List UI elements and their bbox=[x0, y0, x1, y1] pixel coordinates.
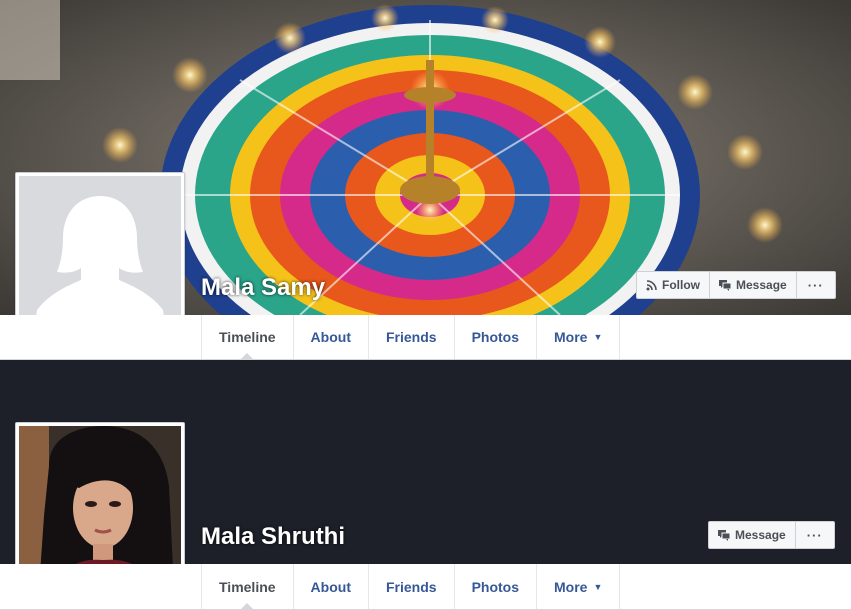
tab-more-label: More bbox=[554, 578, 588, 595]
profile-header-mala-samy: Mala Samy Follow Message ··· Timeline Ab… bbox=[0, 0, 851, 360]
default-avatar-icon bbox=[33, 196, 167, 338]
message-button[interactable]: Message bbox=[709, 522, 796, 548]
message-button[interactable]: Message bbox=[710, 272, 797, 298]
profile-nav: Timeline About Friends Photos More ▼ bbox=[0, 564, 851, 610]
tab-timeline[interactable]: Timeline bbox=[201, 564, 293, 610]
tab-about[interactable]: About bbox=[292, 564, 368, 609]
tab-more-label: More bbox=[554, 329, 588, 345]
tab-more[interactable]: More ▼ bbox=[536, 315, 621, 359]
profile-name[interactable]: Mala Samy bbox=[201, 274, 325, 302]
caret-down-icon: ▼ bbox=[593, 332, 603, 342]
message-label: Message bbox=[735, 528, 786, 542]
message-label: Message bbox=[736, 278, 787, 292]
tab-photos[interactable]: Photos bbox=[453, 315, 536, 359]
profile-header-mala-shruthi: Mala Shruthi Message ··· Timeline About … bbox=[0, 360, 851, 610]
more-dots-icon[interactable]: ··· bbox=[796, 522, 834, 548]
message-icon bbox=[719, 279, 731, 291]
tab-about[interactable]: About bbox=[292, 315, 368, 359]
tab-more[interactable]: More ▼ bbox=[536, 564, 621, 609]
tab-friends[interactable]: Friends bbox=[367, 315, 454, 359]
tab-friends[interactable]: Friends bbox=[367, 564, 454, 609]
tab-photos[interactable]: Photos bbox=[453, 564, 536, 609]
rss-follow-icon bbox=[646, 279, 657, 291]
profile-nav: Timeline About Friends Photos More ▼ bbox=[0, 315, 851, 360]
follow-button[interactable]: Follow bbox=[637, 272, 710, 298]
more-dots-icon[interactable]: ··· bbox=[797, 272, 835, 298]
message-icon bbox=[718, 529, 730, 541]
profile-name[interactable]: Mala Shruthi bbox=[201, 523, 345, 551]
tab-timeline[interactable]: Timeline bbox=[201, 315, 293, 360]
follow-label: Follow bbox=[662, 278, 700, 292]
caret-down-icon: ▼ bbox=[593, 581, 603, 592]
profile-actions: Message ··· bbox=[708, 521, 835, 549]
profile-actions: Follow Message ··· bbox=[636, 271, 836, 299]
